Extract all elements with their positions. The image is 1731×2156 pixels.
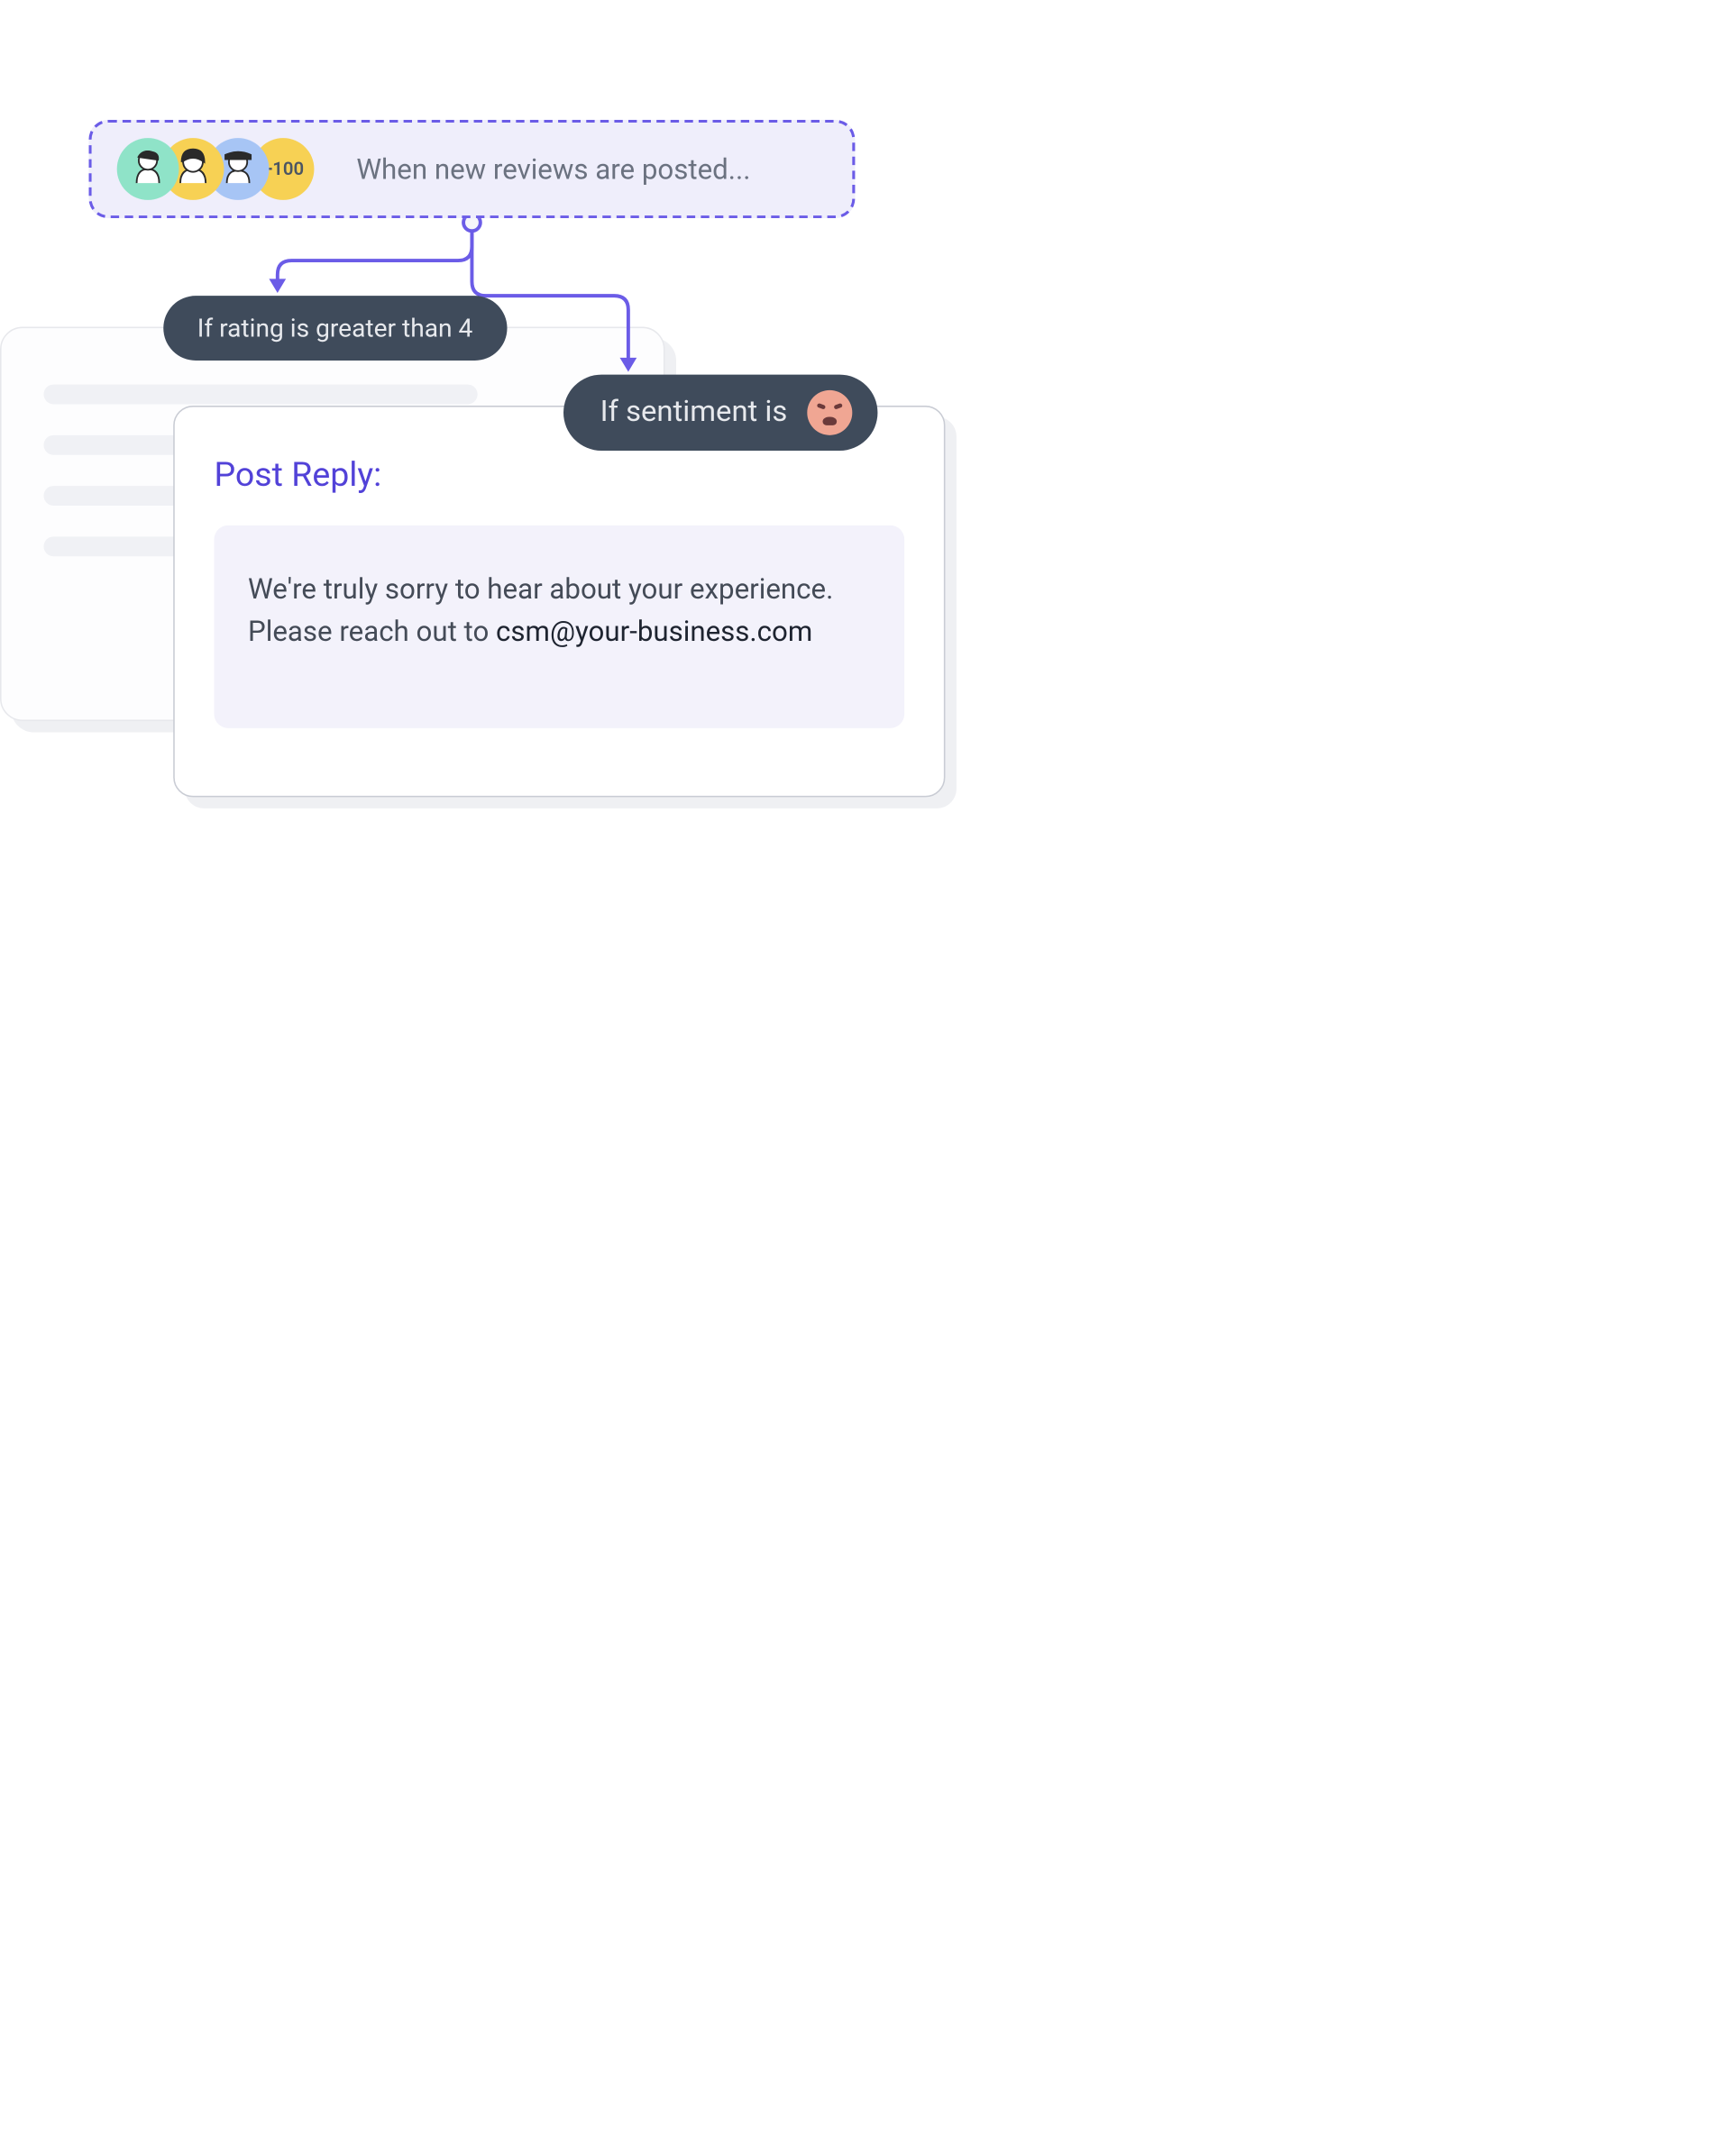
reply-email: csm@your-business.com — [496, 614, 812, 648]
skeleton-line — [43, 385, 476, 405]
avatar — [117, 138, 179, 200]
condition-sentiment-label: If sentiment is — [600, 396, 788, 430]
trigger-label: When new reviews are posted... — [356, 152, 750, 187]
reply-body: We're truly sorry to hear about your exp… — [215, 525, 905, 728]
condition-rating[interactable]: If rating is greater than 4 — [163, 296, 507, 361]
avatar-group: +100 — [117, 138, 315, 200]
reply-text: We're truly sorry to hear about your exp… — [248, 568, 871, 653]
condition-sentiment[interactable]: If sentiment is — [563, 375, 877, 451]
sad-face-icon — [807, 390, 852, 435]
trigger-node[interactable]: +100 When new reviews are posted... — [88, 120, 855, 218]
reply-title: Post Reply: — [215, 455, 905, 495]
condition-rating-label: If rating is greater than 4 — [197, 314, 473, 343]
reply-card: Post Reply: We're truly sorry to hear ab… — [173, 406, 945, 797]
